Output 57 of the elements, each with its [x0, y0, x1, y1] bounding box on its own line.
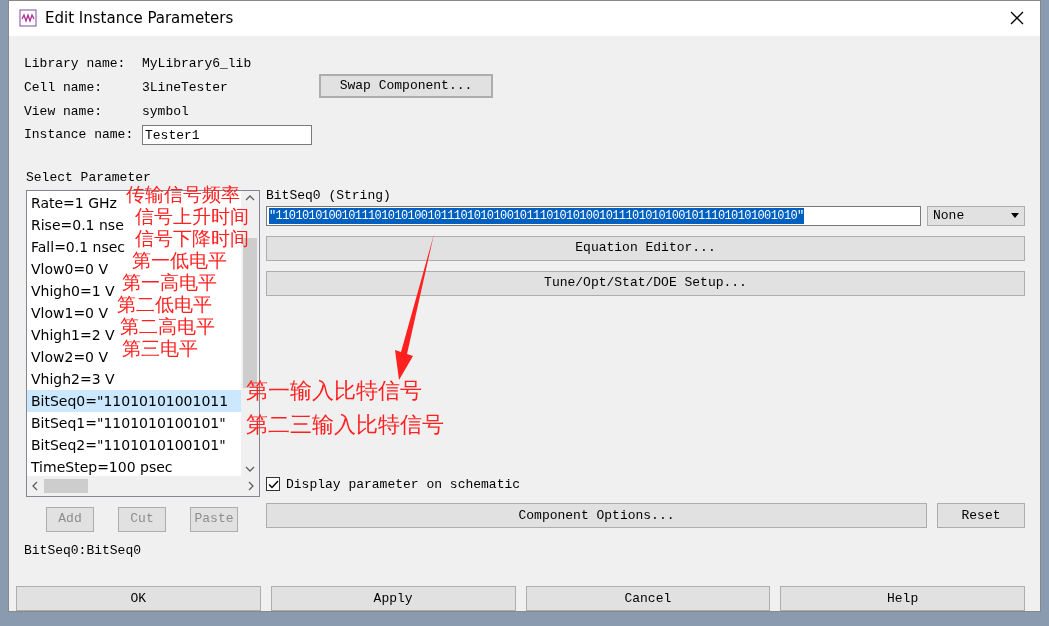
parameter-item[interactable]: BitSeq0="11010101001011	[27, 389, 241, 412]
annotation-text: 第一输入比特信号	[246, 377, 422, 404]
parameter-item[interactable]: Vlow2=0 V	[27, 345, 111, 368]
annotation-text: 信号下降时间	[135, 227, 249, 249]
checkbox-label: Display parameter on schematic	[286, 475, 521, 494]
horizontal-scrollbar[interactable]	[27, 475, 259, 496]
parameter-label: BitSeq0 (String)	[266, 186, 392, 202]
scrollbar-thumb[interactable]	[44, 478, 88, 493]
unit-dropdown[interactable]: None	[927, 205, 1025, 226]
waveform-icon	[19, 9, 37, 28]
close-icon[interactable]	[1010, 11, 1024, 26]
parameter-item[interactable]: Vhigh2=3 V	[27, 367, 117, 390]
component-options-button[interactable]: Component Options...	[266, 503, 927, 528]
check-icon	[267, 479, 279, 489]
annotation-text: 第二低电平	[117, 293, 212, 315]
field-label: Cell name:	[24, 79, 103, 98]
scroll-down-icon[interactable]	[245, 465, 255, 472]
swap-component-button[interactable]: Swap Component...	[319, 73, 493, 98]
equation-editor-button[interactable]: Equation Editor...	[266, 235, 1025, 261]
parameter-item[interactable]: Fall=0.1 nsec	[27, 235, 128, 258]
annotation-text: 信号上升时间	[135, 205, 249, 227]
field-value: 3LineTester	[142, 79, 228, 98]
annotation-text: 第二高电平	[120, 315, 215, 337]
dialog-button[interactable]: Cancel	[525, 586, 771, 611]
annotation-text: 第二三输入比特信号	[246, 411, 444, 438]
scroll-right-icon[interactable]	[248, 480, 254, 491]
parameter-item[interactable]: Rate=1 GHz	[27, 191, 119, 214]
annotation-text: 第一低电平	[132, 249, 227, 271]
reset-button[interactable]: Reset	[937, 503, 1025, 528]
caret-icon	[1011, 213, 1019, 218]
annotation-text: 第一高电平	[122, 271, 217, 293]
parameter-item[interactable]: Vlow1=0 V	[27, 301, 111, 324]
annotation-text: 第三电平	[122, 337, 198, 359]
tune-setup-button[interactable]: Tune/Opt/Stat/DOE Setup...	[266, 270, 1025, 296]
scroll-left-icon[interactable]	[32, 480, 38, 491]
parameter-item[interactable]: TimeStep=100 psec	[27, 455, 175, 476]
parameter-item[interactable]: Vhigh1=2 V	[27, 323, 117, 346]
field-label: Instance name:	[24, 126, 135, 145]
dialog-button[interactable]: Help	[780, 586, 1025, 611]
parameter-item[interactable]: Rise=0.1 nse	[27, 213, 126, 236]
parameter-value-field[interactable]: "1101010100101110101010010111010101001011101010100101110101010010111010101001010"	[266, 205, 921, 226]
section-title: Select Parameter	[26, 168, 152, 184]
parameter-item[interactable]: BitSeq2="1101010100101"	[27, 433, 228, 456]
instance-name-field[interactable]: Tester1	[142, 125, 312, 145]
scroll-up-icon[interactable]	[245, 194, 255, 201]
dialog-button[interactable]: Apply	[270, 586, 516, 611]
field-value: symbol	[142, 103, 189, 122]
field-label: View name:	[24, 103, 103, 122]
parameter-item[interactable]: BitSeq1="1101010100101"	[27, 411, 228, 434]
status-text: BitSeq0:BitSeq0	[24, 541, 143, 560]
checkbox[interactable]	[266, 477, 280, 492]
parameter-item[interactable]: Vhigh0=1 V	[27, 279, 117, 302]
parameter-item[interactable]: Vlow0=0 V	[27, 257, 111, 280]
field-label: Library name:	[24, 55, 127, 74]
dialog-button[interactable]: OK	[16, 586, 261, 611]
window-title: Edit Instance Parameters	[45, 8, 234, 29]
field-value: MyLibrary6_lib	[142, 55, 252, 74]
